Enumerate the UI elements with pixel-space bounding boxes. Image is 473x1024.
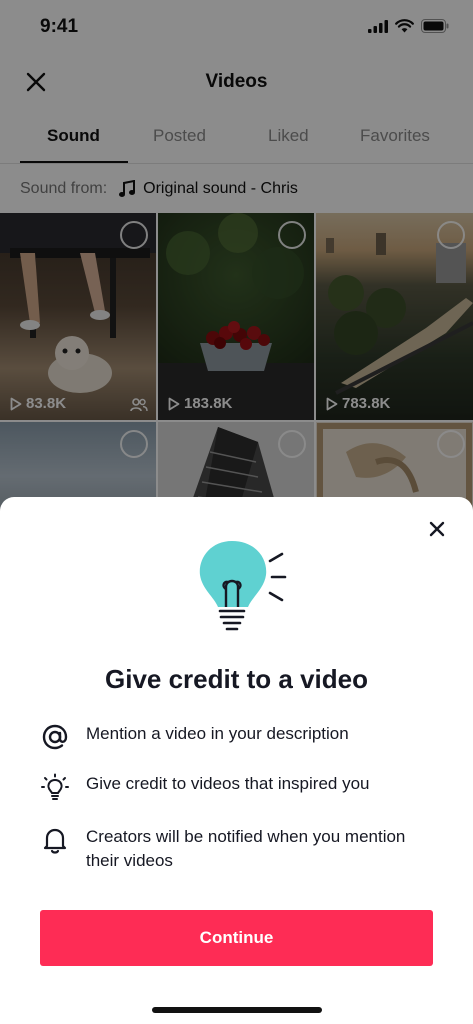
sheet-close-button[interactable]: [425, 517, 449, 541]
at-icon: [40, 722, 70, 752]
info-row-mention: Mention a video in your description: [40, 722, 440, 752]
sheet-title: Give credit to a video: [105, 664, 368, 694]
lightbulb-icon: [40, 772, 70, 802]
credit-bottom-sheet: Give credit to a video Mention a video i…: [0, 497, 473, 1024]
bell-icon: [40, 825, 70, 855]
info-row-inspired: Give credit to videos that inspired you: [40, 772, 440, 802]
info-row-notify: Creators will be notified when you menti…: [40, 825, 440, 873]
lightbulb-illustration: [199, 541, 287, 631]
continue-button[interactable]: Continue: [40, 910, 433, 966]
info-text: Creators will be notified when you menti…: [86, 827, 406, 870]
close-icon: [429, 521, 445, 537]
home-indicator: [152, 1007, 322, 1013]
info-text: Mention a video in your description: [86, 724, 349, 743]
info-text: Give credit to videos that inspired you: [86, 774, 370, 793]
